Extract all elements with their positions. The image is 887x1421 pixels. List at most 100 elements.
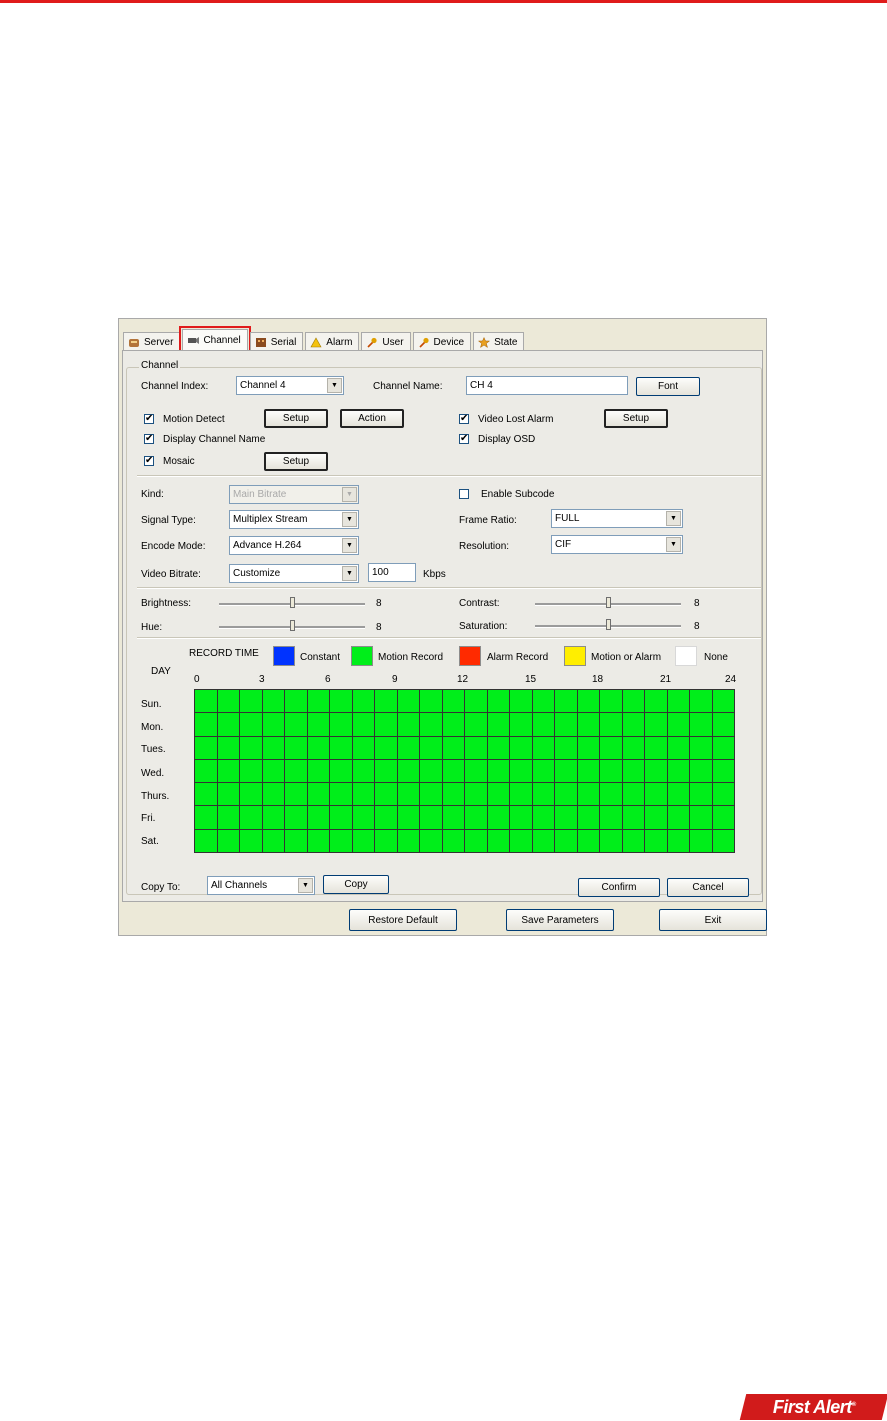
record-schedule-grid[interactable] [194, 689, 735, 853]
schedule-cell[interactable] [352, 759, 374, 783]
schedule-cell[interactable] [307, 783, 329, 806]
schedule-cell[interactable] [712, 829, 734, 852]
schedule-cell[interactable] [465, 829, 487, 852]
schedule-cell[interactable] [622, 690, 644, 713]
schedule-cell[interactable] [532, 736, 554, 759]
schedule-cell[interactable] [240, 690, 262, 713]
schedule-cell[interactable] [375, 713, 397, 736]
schedule-cell[interactable] [487, 829, 509, 852]
schedule-cell[interactable] [420, 713, 442, 736]
schedule-cell[interactable] [375, 806, 397, 829]
schedule-cell[interactable] [645, 713, 667, 736]
schedule-cell[interactable] [240, 759, 262, 783]
schedule-cell[interactable] [577, 690, 599, 713]
schedule-cell[interactable] [217, 829, 239, 852]
schedule-cell[interactable] [397, 713, 419, 736]
schedule-cell[interactable] [420, 690, 442, 713]
schedule-cell[interactable] [262, 690, 284, 713]
confirm-button[interactable]: Confirm [578, 878, 660, 897]
schedule-cell[interactable] [352, 713, 374, 736]
schedule-cell[interactable] [420, 829, 442, 852]
schedule-cell[interactable] [622, 736, 644, 759]
schedule-cell[interactable] [600, 829, 622, 852]
tab-alarm[interactable]: Alarm [305, 332, 360, 351]
motion-setup-button[interactable]: Setup [264, 409, 328, 428]
schedule-cell[interactable] [532, 713, 554, 736]
channel-name-input[interactable]: CH 4 [466, 376, 628, 395]
cancel-button[interactable]: Cancel [667, 878, 749, 897]
schedule-cell[interactable] [262, 759, 284, 783]
schedule-cell[interactable] [555, 829, 577, 852]
display-osd-checkbox[interactable]: ✔ [459, 434, 469, 444]
chevron-down-icon[interactable]: ▼ [298, 878, 313, 893]
copy-button[interactable]: Copy [323, 875, 389, 894]
schedule-cell[interactable] [667, 806, 689, 829]
schedule-cell[interactable] [262, 829, 284, 852]
schedule-cell[interactable] [577, 759, 599, 783]
schedule-cell[interactable] [465, 713, 487, 736]
schedule-cell[interactable] [690, 690, 712, 713]
schedule-cell[interactable] [352, 783, 374, 806]
brightness-slider-thumb[interactable] [290, 597, 295, 608]
schedule-cell[interactable] [330, 829, 352, 852]
schedule-cell[interactable] [712, 690, 734, 713]
schedule-cell[interactable] [195, 736, 217, 759]
legend-swatch-constant[interactable] [273, 646, 295, 666]
schedule-cell[interactable] [195, 759, 217, 783]
contrast-slider-thumb[interactable] [606, 597, 611, 608]
font-button[interactable]: Font [636, 377, 700, 396]
schedule-cell[interactable] [240, 736, 262, 759]
schedule-cell[interactable] [285, 736, 307, 759]
schedule-cell[interactable] [285, 783, 307, 806]
schedule-cell[interactable] [217, 806, 239, 829]
schedule-cell[interactable] [577, 713, 599, 736]
schedule-cell[interactable] [397, 829, 419, 852]
schedule-cell[interactable] [397, 736, 419, 759]
schedule-cell[interactable] [195, 690, 217, 713]
schedule-cell[interactable] [487, 759, 509, 783]
schedule-cell[interactable] [712, 759, 734, 783]
schedule-cell[interactable] [532, 783, 554, 806]
schedule-cell[interactable] [375, 829, 397, 852]
schedule-cell[interactable] [465, 736, 487, 759]
schedule-cell[interactable] [217, 783, 239, 806]
schedule-cell[interactable] [555, 690, 577, 713]
motion-detect-checkbox[interactable]: ✔ [144, 414, 154, 424]
schedule-cell[interactable] [645, 736, 667, 759]
schedule-cell[interactable] [262, 806, 284, 829]
tab-serial[interactable]: Serial [249, 332, 304, 351]
schedule-cell[interactable] [352, 829, 374, 852]
saturation-slider-thumb[interactable] [606, 619, 611, 630]
schedule-cell[interactable] [622, 806, 644, 829]
schedule-cell[interactable] [240, 783, 262, 806]
schedule-cell[interactable] [330, 759, 352, 783]
schedule-cell[interactable] [667, 783, 689, 806]
schedule-cell[interactable] [330, 690, 352, 713]
schedule-cell[interactable] [690, 736, 712, 759]
schedule-cell[interactable] [555, 736, 577, 759]
schedule-cell[interactable] [420, 736, 442, 759]
schedule-cell[interactable] [397, 759, 419, 783]
schedule-cell[interactable] [375, 759, 397, 783]
schedule-cell[interactable] [487, 690, 509, 713]
schedule-cell[interactable] [622, 713, 644, 736]
schedule-cell[interactable] [510, 736, 532, 759]
schedule-cell[interactable] [195, 829, 217, 852]
schedule-cell[interactable] [555, 783, 577, 806]
schedule-cell[interactable] [240, 713, 262, 736]
legend-swatch-alarm-record[interactable] [459, 646, 481, 666]
schedule-cell[interactable] [262, 736, 284, 759]
schedule-cell[interactable] [262, 783, 284, 806]
schedule-cell[interactable] [262, 713, 284, 736]
schedule-cell[interactable] [307, 713, 329, 736]
schedule-cell[interactable] [352, 690, 374, 713]
copy-to-select[interactable]: All Channels ▼ [207, 876, 315, 895]
schedule-cell[interactable] [510, 806, 532, 829]
schedule-cell[interactable] [487, 736, 509, 759]
schedule-cell[interactable] [442, 806, 464, 829]
schedule-cell[interactable] [465, 759, 487, 783]
schedule-cell[interactable] [690, 783, 712, 806]
legend-swatch-motion-or-alarm[interactable] [564, 646, 586, 666]
schedule-cell[interactable] [217, 690, 239, 713]
schedule-cell[interactable] [645, 806, 667, 829]
